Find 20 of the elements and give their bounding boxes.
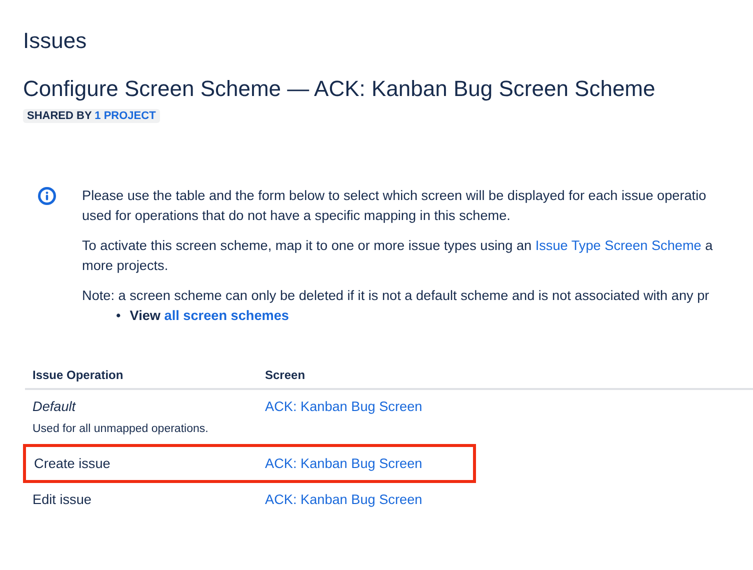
shared-badge: SHARED BY 1 PROJECT bbox=[23, 109, 160, 123]
operation-name: Create issue bbox=[34, 456, 110, 471]
operation-name: Edit issue bbox=[32, 492, 92, 507]
operation-note: Used for all unmapped operations. bbox=[32, 423, 210, 435]
info-paragraph: Please use the table and the form below to select which screen will be displayed for each issue operatio used for operations that do not have a specific mapping in this scheme. bbox=[82, 187, 708, 225]
screen-link[interactable]: ACK: Kanban Bug Screen bbox=[265, 399, 422, 414]
info-paragraph: To activate this screen scheme, map it to one or more issue types using an Issue Type Screen Scheme a more projects. bbox=[82, 237, 713, 275]
project-link[interactable]: 1 PROJECT bbox=[94, 110, 156, 122]
operation-name: Default bbox=[32, 399, 76, 414]
info-paragraph: Note: a screen scheme can only be deleted if it is not a default scheme and is not associated with any pr bbox=[82, 287, 710, 305]
info-icon bbox=[37, 186, 57, 206]
all-schemes-link[interactable]: all screen schemes bbox=[164, 308, 289, 323]
bullet-marker: • bbox=[116, 308, 121, 323]
column-header: Screen bbox=[257, 362, 474, 389]
view-text: View all screen schemes bbox=[130, 308, 289, 323]
column-header: Issue Operation bbox=[24, 362, 257, 389]
page-heading: Configure Screen Scheme — ACK: Kanban Bug Screen Scheme bbox=[23, 76, 656, 102]
screen-link[interactable]: ACK: Kanban Bug Screen bbox=[265, 492, 422, 507]
page-title: Issues bbox=[23, 28, 88, 54]
scheme-link[interactable]: Issue Type Screen Scheme bbox=[535, 238, 702, 253]
